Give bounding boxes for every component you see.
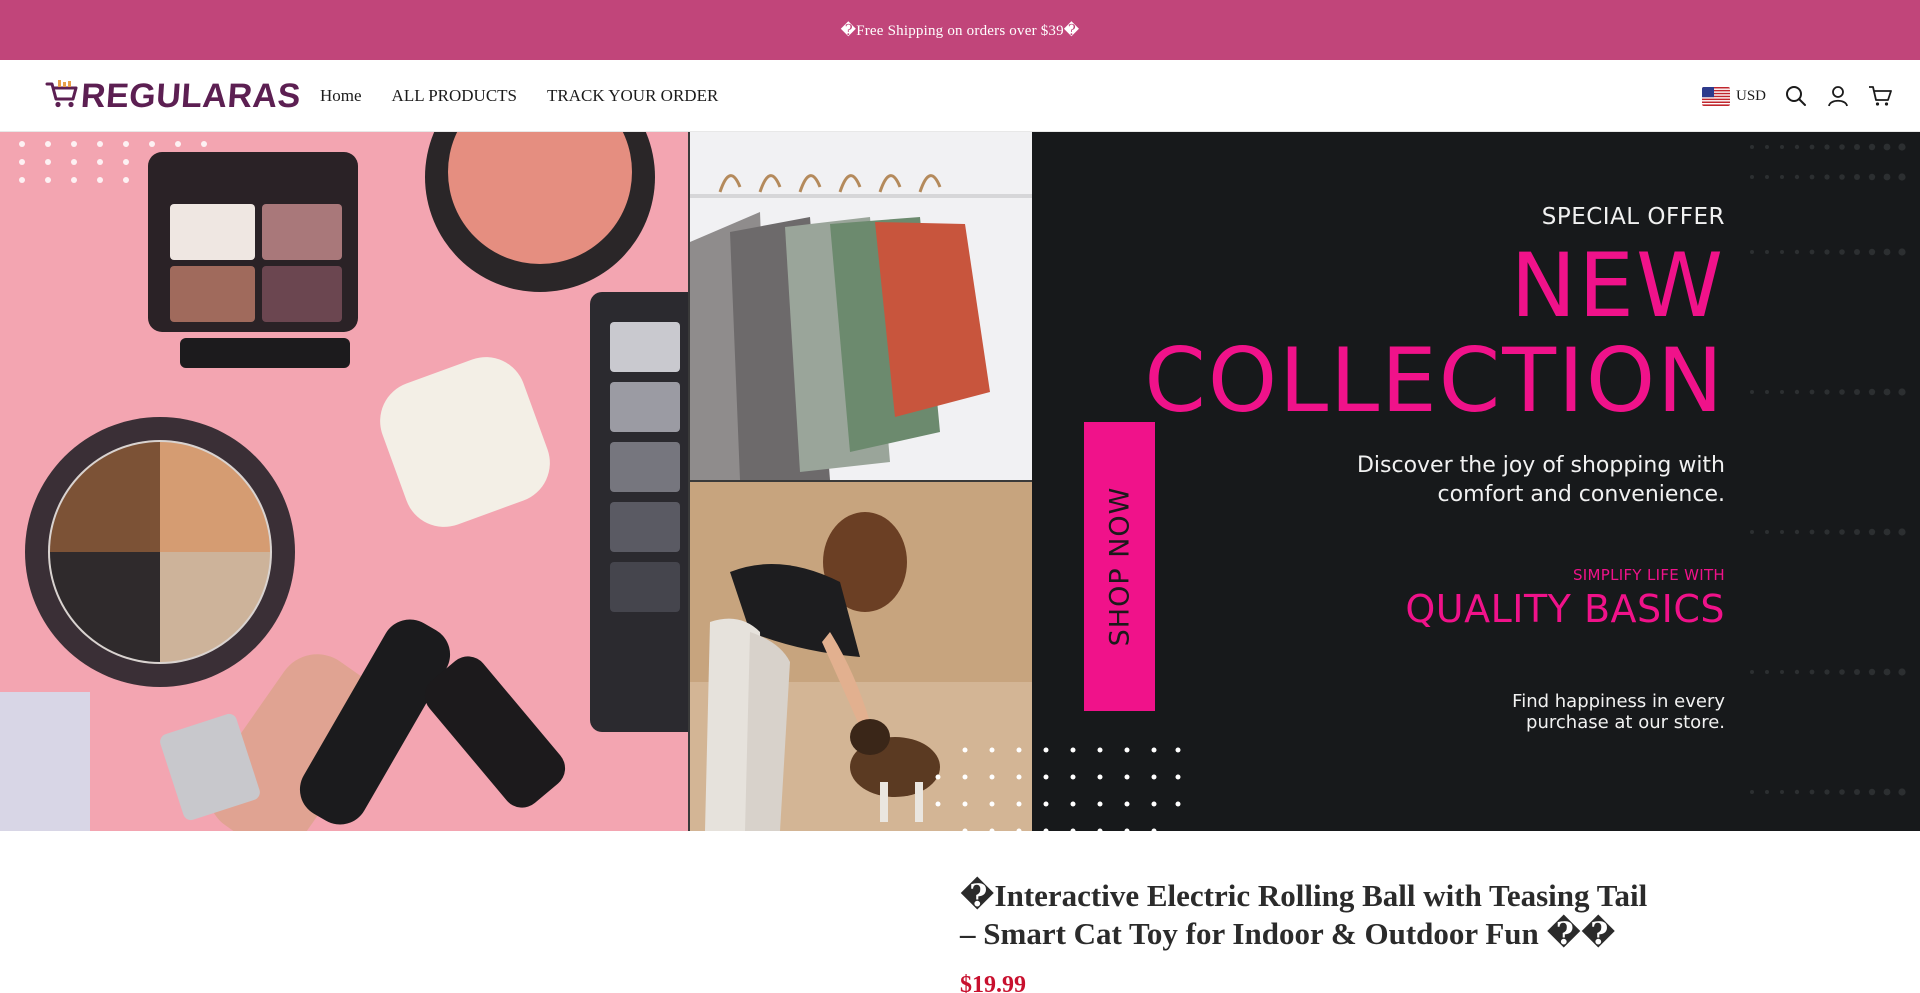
currency-selector[interactable]: USD [1701,86,1766,106]
nav-home[interactable]: Home [320,86,362,106]
account-icon[interactable] [1826,84,1850,108]
currency-label: USD [1735,87,1766,104]
hero-discover-text: Discover the joy of shopping with comfor… [1357,452,1725,509]
hero-headline-collection: COLLECTION [1144,329,1725,432]
hero-discover-line: Discover the joy of shopping with [1356,453,1725,478]
shop-now-label: SHOP NOW [1104,486,1135,647]
hero-makeup-image [0,132,688,831]
shop-now-button[interactable]: SHOP NOW [1084,422,1155,711]
main-nav: Home ALL PRODUCTS TRACK YOUR ORDER [320,60,718,132]
announcement-bar: �Free Shipping on orders over $39� [0,0,1920,60]
us-flag-icon [1701,86,1730,106]
cart-icon[interactable] [1868,84,1892,108]
hero-find-line: purchase at our store. [1526,711,1725,733]
product-title-line: – Smart Cat Toy for Indoor & Outdoor Fun… [960,916,1616,951]
nav-all-products[interactable]: ALL PRODUCTS [392,86,517,106]
product-title: �Interactive Electric Rolling Ball with … [960,877,1720,953]
hero-simplify-text: SIMPLIFY LIFE WITH [1572,566,1725,584]
announcement-text: �Free Shipping on orders over $39� [840,22,1080,39]
search-icon[interactable] [1784,84,1808,108]
hero-clothes-image [690,132,1032,480]
site-header: REGULARAS Home ALL PRODUCTS TRACK YOUR O… [0,60,1920,132]
store-logo[interactable]: REGULARAS [45,74,303,118]
decorative-dots [935,747,1181,831]
nav-track-order[interactable]: TRACK YOUR ORDER [547,86,718,106]
header-actions: USD [1701,60,1892,132]
product-title-line: �Interactive Electric Rolling Ball with … [960,878,1648,913]
hero-find-text: Find happiness in every purchase at our … [1512,691,1725,733]
shopping-cart-logo-icon [45,79,79,114]
hero-headline-new: NEW [1510,234,1725,337]
hero-find-line: Find happiness in every [1512,691,1725,712]
hero-special-offer: SPECIAL OFFER [1541,204,1725,230]
hero-banner[interactable]: SPECIAL OFFER NEW COLLECTION Discover th… [0,132,1920,831]
hero-quality-basics: QUALITY BASICS [1405,587,1725,631]
logo-text: REGULARAS [79,76,303,115]
product-price: $19.99 [960,972,1026,993]
hero-discover-line: comfort and convenience. [1437,481,1725,507]
